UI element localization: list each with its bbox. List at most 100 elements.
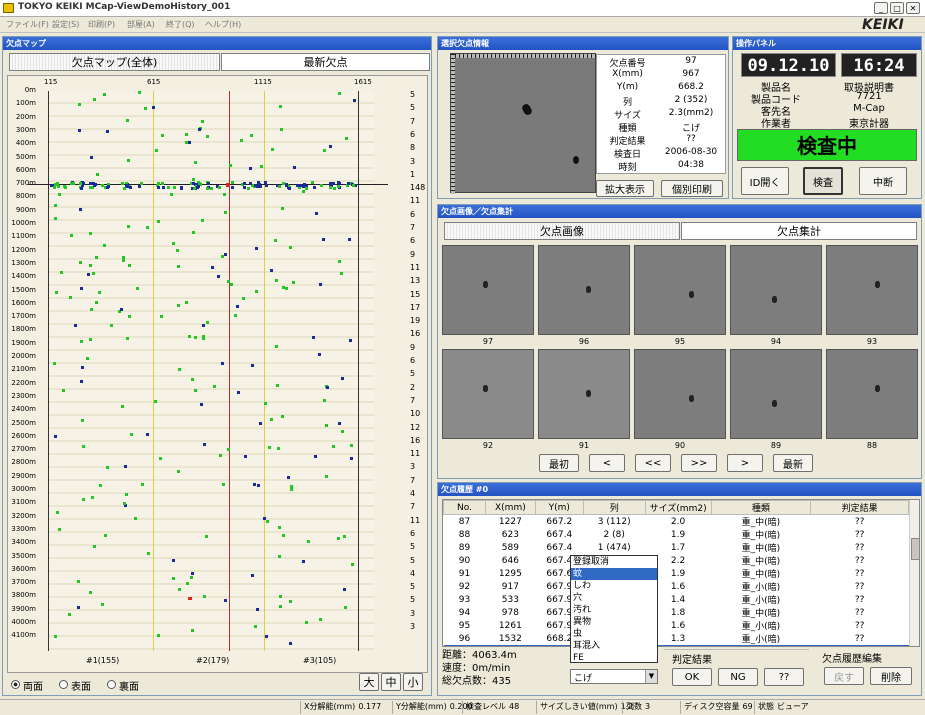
nav-next-button[interactable]: > (727, 454, 763, 472)
nav-latest-button[interactable]: 最新 (773, 454, 813, 472)
radio-front-label[interactable]: 表面 (71, 678, 91, 693)
table-row[interactable]: 89 589 667.4 1 (474) 1.7 重_中(暗)?? (444, 541, 909, 555)
thumbnail-label: 91 (578, 441, 590, 450)
defect-thumbnail[interactable] (826, 245, 918, 335)
defect-dot (121, 258, 125, 262)
defect-thumbnail[interactable] (730, 245, 822, 335)
pause-button[interactable]: 中断 (859, 167, 907, 195)
nav-next-page-button[interactable]: >> (681, 454, 717, 472)
judge-ng-button[interactable]: NG (718, 668, 758, 686)
type-select[interactable]: こげ ▼ (570, 669, 658, 684)
row-count-label: 4 (410, 489, 416, 498)
defect-thumbnail[interactable] (826, 349, 918, 439)
defect-thumbnail[interactable] (442, 245, 534, 335)
id-open-button[interactable]: ID開く (741, 167, 789, 195)
radio-front-icon[interactable] (59, 680, 68, 689)
defect-thumbnail[interactable] (538, 245, 630, 335)
judge-unknown-button[interactable]: ?? (764, 668, 804, 686)
chevron-down-icon[interactable]: ▼ (645, 670, 657, 683)
column-header[interactable]: 種類 (710, 500, 812, 515)
scrollbar-thumb[interactable] (911, 538, 919, 560)
dropdown-option[interactable]: 登録取消 (571, 556, 657, 568)
dropdown-option[interactable]: 穴 (571, 592, 657, 604)
close-button[interactable]: ✕ (906, 2, 920, 14)
table-row[interactable]: 93533667.91 (456)1.4重_小(暗)?? (444, 593, 909, 607)
type-dropdown-list[interactable]: 登録取消蚊しわ穴汚れ 異物虫耳混入 FE (570, 555, 658, 663)
defect-dot (250, 133, 254, 137)
defect-thumbnail[interactable] (634, 349, 726, 439)
zoom-button[interactable]: 拡大表示 (596, 180, 654, 197)
minimize-button[interactable]: _ (874, 2, 888, 14)
table-row[interactable]: 90646667.42 (26)2.2重_中(暗)?? (444, 554, 909, 568)
defect-thumbnail[interactable] (634, 245, 726, 335)
history-scrollbar[interactable] (909, 500, 919, 646)
defect-dot (105, 465, 109, 469)
tab-defect-image[interactable]: 欠点画像 (444, 222, 680, 240)
defect-dot (140, 482, 144, 486)
menu-exit[interactable]: 終了(Q) (166, 19, 195, 30)
radio-back-label[interactable]: 裏面 (119, 678, 139, 693)
y-tick-label: 100m (15, 99, 36, 108)
dropdown-option[interactable]: 蚊 (571, 568, 657, 580)
maximize-button[interactable]: □ (890, 2, 904, 14)
table-row[interactable]: 97967668.22 (352)2.3こげ?? (443, 645, 909, 646)
defect-thumbnail[interactable] (442, 349, 534, 439)
tab-map-all[interactable]: 欠点マップ(全体) (9, 53, 220, 71)
defect-dot (139, 182, 143, 186)
defect-dot (258, 421, 262, 425)
row-count-label: 10 (410, 409, 421, 419)
table-row[interactable]: 911295667.63 (134)1.9重_中(暗)?? (444, 567, 909, 581)
radio-both-label[interactable]: 両面 (23, 678, 43, 693)
radio-back-icon[interactable] (107, 680, 116, 689)
defect-thumbnail[interactable] (538, 349, 630, 439)
table-row[interactable]: 951261667.93 (123)1.6重_小(暗)?? (444, 619, 909, 633)
column-header[interactable]: 列 (582, 500, 646, 515)
dropdown-option[interactable]: しわ (571, 580, 657, 592)
print-individual-button[interactable]: 個別印刷 (661, 180, 723, 197)
nav-first-button[interactable]: 最初 (539, 454, 579, 472)
judge-ok-button[interactable]: OK (672, 668, 712, 686)
menu-help[interactable]: ヘルプ(H) (205, 19, 241, 30)
size-small-button[interactable]: 小 (403, 673, 423, 691)
column-header[interactable]: X(mm) (484, 500, 536, 515)
defect-plot-area[interactable] (28, 91, 388, 651)
table-row[interactable]: 87 1227 667.2 3 (112) 2.0 重_中(暗)?? (444, 515, 909, 529)
table-row[interactable]: 88 623 667.4 2 (8) 1.9 重_中(暗)?? (444, 528, 909, 542)
size-medium-button[interactable]: 中 (381, 673, 401, 691)
defect-dot (278, 555, 282, 559)
menu-file[interactable]: ファイル(F) (6, 19, 49, 30)
dropdown-option[interactable]: 異物 (571, 616, 657, 628)
inspect-button[interactable]: 検査 (803, 167, 843, 195)
tab-latest-defect[interactable]: 最新欠点 (221, 53, 430, 71)
menu-print[interactable]: 印刷(P) (88, 19, 115, 30)
table-row[interactable]: 94978667.92 (356)1.8重_中(暗)?? (444, 606, 909, 620)
table-row[interactable]: 961532668.23 (210)1.3重_小(暗)?? (444, 632, 909, 646)
total-value: 435 (492, 676, 512, 687)
defect-dot (78, 208, 82, 212)
dropdown-option[interactable]: 汚れ (571, 604, 657, 616)
menu-room[interactable]: 部屋(A) (127, 19, 155, 30)
dropdown-option[interactable]: 耳混入 (571, 640, 657, 652)
table-row[interactable]: 92917667.92 (336)1.6重_小(暗)?? (444, 580, 909, 594)
menu-settings[interactable]: 設定(S) (52, 19, 79, 30)
column-header[interactable]: サイズ(mm2) (644, 500, 712, 515)
delete-button[interactable]: 削除 (870, 667, 912, 685)
undo-button[interactable]: 戻す (824, 667, 864, 685)
column-header[interactable]: Y(m) (534, 500, 584, 515)
defect-thumbnail[interactable] (730, 349, 822, 439)
defect-dot (58, 192, 62, 196)
defect-dot (192, 181, 196, 185)
defect-dot (211, 266, 215, 270)
table-cell: 589 (501, 542, 519, 553)
dropdown-option[interactable]: FE (571, 652, 657, 664)
column-header[interactable]: No. (443, 500, 486, 515)
radio-both-icon[interactable] (11, 680, 20, 689)
nav-prev-button[interactable]: < (589, 454, 625, 472)
dropdown-option[interactable]: 虫 (571, 628, 657, 640)
nav-prev-page-button[interactable]: << (635, 454, 671, 472)
defect-dot (289, 487, 293, 491)
column-header[interactable]: 判定結果 (810, 500, 909, 515)
size-large-button[interactable]: 大 (359, 673, 379, 691)
tab-defect-summary[interactable]: 欠点集計 (681, 222, 917, 240)
defect-dot (325, 424, 329, 428)
